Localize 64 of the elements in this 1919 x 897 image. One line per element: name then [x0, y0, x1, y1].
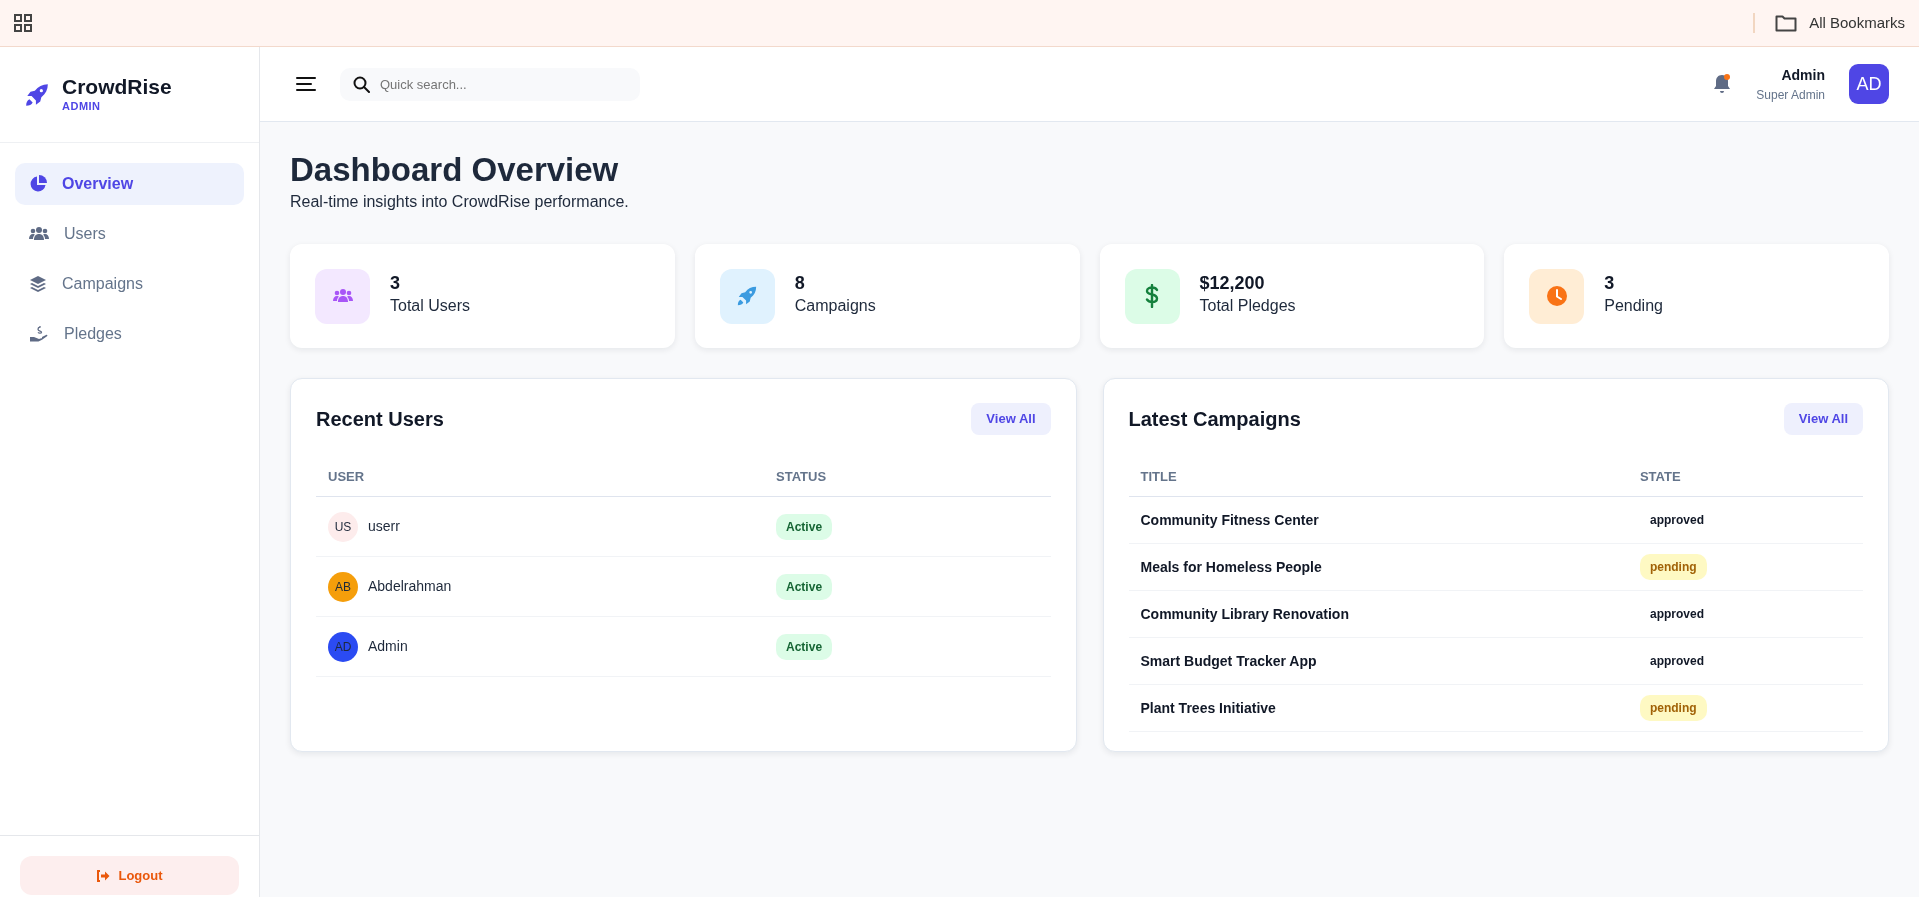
- brand-name: CrowdRise: [62, 74, 172, 98]
- user-name: Admin: [368, 637, 408, 657]
- column-header: STATUS: [764, 456, 1051, 497]
- layers-icon: [29, 275, 47, 293]
- user-avatar: AD: [328, 631, 358, 662]
- pie-chart-icon: [29, 175, 47, 193]
- stat-label: Campaigns: [794, 296, 876, 317]
- stat-label: Total Users: [390, 296, 471, 317]
- stat-value: 3: [1604, 274, 1616, 295]
- user-name: Abdelrahman: [368, 577, 452, 597]
- column-header: STATE: [1627, 456, 1863, 497]
- panel-title: Latest Campaigns: [1128, 407, 1301, 433]
- search-icon: [353, 75, 370, 93]
- notification-bell-icon[interactable]: [1712, 73, 1733, 95]
- stat-label: Pending: [1604, 296, 1663, 317]
- user-name: Admin: [1780, 65, 1825, 85]
- nav-item[interactable]: Users: [15, 213, 244, 255]
- rocket-icon: [719, 268, 775, 324]
- dollar-icon: [1124, 268, 1180, 324]
- rocket-icon: [24, 81, 50, 108]
- status-badge: Active: [776, 633, 833, 660]
- apps-grid-icon[interactable]: [14, 14, 32, 32]
- brand-role: ADMIN: [62, 98, 102, 114]
- campaign-title: Community Library Renovation: [1140, 606, 1349, 623]
- bookmarks-folder-link[interactable]: All Bookmarks: [1809, 11, 1905, 35]
- nav-item[interactable]: Overview: [15, 163, 244, 205]
- view-all-button[interactable]: View All: [971, 403, 1051, 435]
- folder-icon[interactable]: [1775, 14, 1798, 32]
- user-name: userr: [368, 517, 400, 537]
- user-avatar: US: [328, 511, 358, 542]
- logout-button[interactable]: Logout: [20, 856, 239, 895]
- column-header: TITLE: [1128, 456, 1628, 497]
- stat-label: Total Pledges: [1199, 296, 1296, 317]
- nav-item[interactable]: Campaigns: [15, 263, 244, 305]
- stat-value: 8: [794, 274, 806, 295]
- state-badge: pending: [1639, 695, 1707, 722]
- users-icon: [29, 226, 49, 242]
- users-icon: [315, 268, 370, 324]
- panel-title: Recent Users: [316, 407, 444, 433]
- logout-icon: [96, 869, 111, 882]
- page-title: Dashboard Overview: [290, 152, 620, 189]
- campaign-title: Smart Budget Tracker App: [1140, 653, 1317, 670]
- user-avatar[interactable]: AD: [1849, 64, 1889, 104]
- state-text: approved: [1648, 653, 1705, 671]
- campaign-title: Meals for Homeless People: [1140, 559, 1322, 576]
- state-badge: pending: [1639, 554, 1707, 581]
- user-avatar: AB: [328, 571, 358, 602]
- menu-icon[interactable]: [296, 76, 316, 92]
- stat-value: $12,200: [1199, 274, 1266, 295]
- page-subtitle: Real-time insights into CrowdRise performance.: [290, 192, 630, 213]
- state-text: approved: [1648, 606, 1705, 624]
- column-header: USER: [316, 456, 765, 497]
- hand-dollar-icon: [29, 325, 49, 343]
- status-badge: Active: [776, 513, 833, 540]
- nav-item[interactable]: Pledges: [15, 313, 244, 355]
- stat-value: 3: [390, 274, 401, 295]
- search-field[interactable]: Quick search...: [340, 67, 640, 101]
- state-text: approved: [1648, 512, 1705, 530]
- user-role: Super Admin: [1756, 86, 1825, 104]
- campaign-title: Community Fitness Center: [1140, 512, 1319, 529]
- clock-icon: [1529, 268, 1585, 324]
- view-all-button[interactable]: View All: [1783, 403, 1863, 435]
- status-badge: Active: [776, 573, 833, 600]
- campaign-title: Plant Trees Initiative: [1140, 700, 1276, 717]
